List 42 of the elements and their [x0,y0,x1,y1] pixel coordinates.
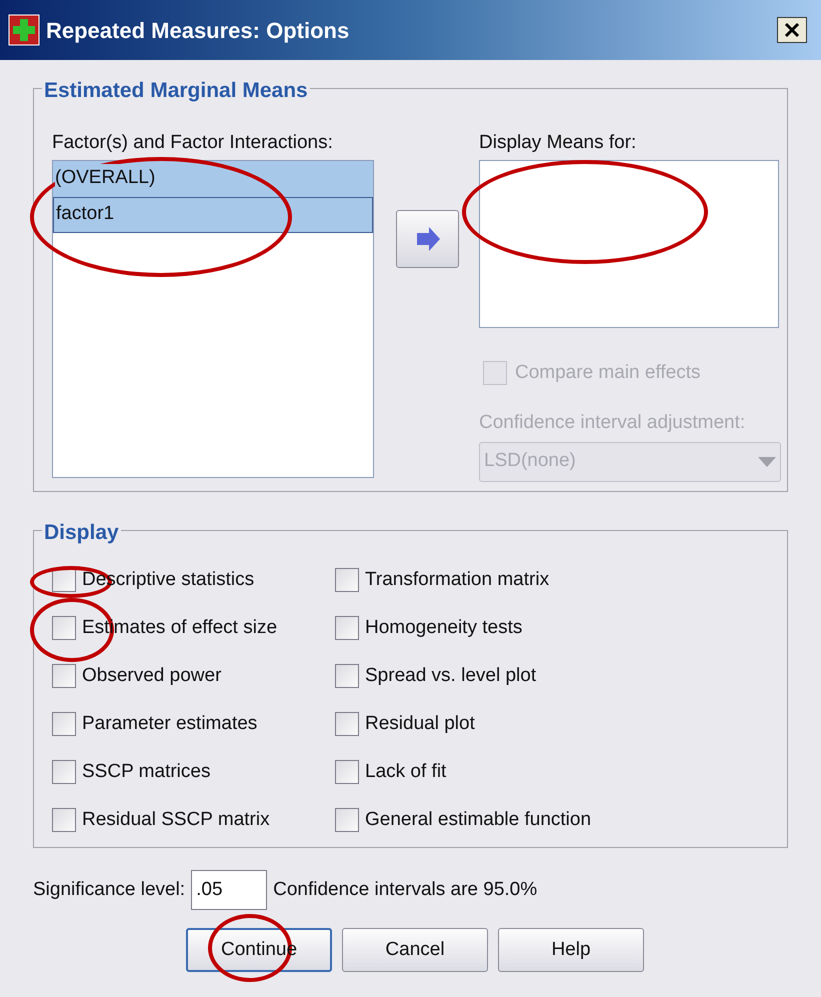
checkbox-label: Residual plot [365,712,475,736]
checkbox-label: Homogeneity tests [365,616,522,640]
field-label: Significance level: [33,878,186,902]
significance-field[interactable]: .05 [191,870,268,910]
checkbox[interactable] [335,712,359,736]
checkbox[interactable] [335,568,359,592]
checkbox[interactable] [52,568,76,592]
checkbox-label: Observed power [82,664,222,688]
checkbox-label: Spread vs. level plot [365,664,536,688]
dialog-button[interactable]: Help [498,928,644,972]
close-button[interactable] [777,17,807,43]
note-text: Confidence intervals are 95.0% [273,878,538,902]
checkbox-label: General estimable function [365,808,592,832]
checkbox-label: SSCP matrices [82,760,210,784]
display-means-list[interactable] [479,160,779,328]
checkbox[interactable] [52,616,76,640]
checkbox[interactable] [52,664,76,688]
move-button[interactable] [396,210,459,268]
app-icon [8,14,40,46]
checkbox[interactable] [52,760,76,784]
checkbox[interactable] [52,808,76,832]
list-item[interactable]: factor1 [53,196,373,232]
checkbox-label: Residual SSCP matrix [82,808,270,832]
checkbox[interactable] [335,664,359,688]
arrow-icon [414,227,440,251]
caret-icon [758,456,776,466]
list-label: Factor(s) and Factor Interactions: [52,131,334,155]
factor-list[interactable]: (OVERALL) factor1 [52,160,374,478]
field-label: Confidence interval adjustment: [479,411,746,435]
list-label: Display Means for: [479,131,638,155]
window-title: Repeated Measures: Options [46,16,350,45]
checkbox-label: Lack of fit [365,760,446,784]
checkbox-label: Compare main effects [515,360,701,384]
close-icon [784,22,800,38]
checkbox[interactable] [335,616,359,640]
checkbox-label: Parameter estimates [82,712,258,736]
checkbox[interactable] [335,760,359,784]
checkbox[interactable] [52,712,76,736]
checkbox-label: Transformation matrix [365,568,550,592]
dialog-button[interactable]: Cancel [342,928,488,972]
list-item[interactable]: (OVERALL) [53,160,373,196]
checkbox[interactable] [335,808,359,832]
